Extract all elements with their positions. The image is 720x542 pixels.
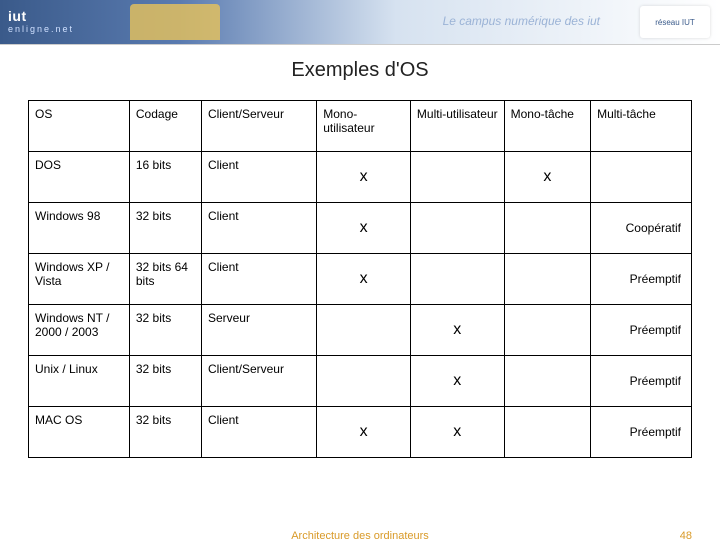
cell-multi-t: Préemptif bbox=[591, 356, 692, 407]
logo-main: iut bbox=[8, 8, 27, 24]
cell-mono-t bbox=[504, 305, 590, 356]
banner-tagline: Le campus numérique des iut bbox=[443, 14, 600, 28]
cell-mono-t bbox=[504, 254, 590, 305]
os-table: OS Codage Client/Serveur Mono-utilisateu… bbox=[28, 100, 692, 458]
cell-os: Windows XP / Vista bbox=[29, 254, 130, 305]
cell-cs: Client bbox=[201, 152, 316, 203]
col-mono-tache: Mono-tâche bbox=[504, 101, 590, 152]
col-codage: Codage bbox=[129, 101, 201, 152]
cell-mono-t bbox=[504, 407, 590, 458]
cell-cs: Client bbox=[201, 407, 316, 458]
cell-mono-u: x bbox=[317, 152, 411, 203]
cell-codage: 16 bits bbox=[129, 152, 201, 203]
cell-os: MAC OS bbox=[29, 407, 130, 458]
cell-codage: 32 bits bbox=[129, 407, 201, 458]
cell-os: DOS bbox=[29, 152, 130, 203]
cell-mono-t bbox=[504, 203, 590, 254]
footer-text: Architecture des ordinateurs bbox=[291, 530, 429, 542]
cell-cs: Client bbox=[201, 203, 316, 254]
page-number: 48 bbox=[680, 530, 692, 542]
cell-cs: Client bbox=[201, 254, 316, 305]
col-multi-tache: Multi-tâche bbox=[591, 101, 692, 152]
table-row: Windows 9832 bitsClientx Coopératif bbox=[29, 203, 692, 254]
os-table-container: OS Codage Client/Serveur Mono-utilisateu… bbox=[0, 100, 720, 458]
table-row: Windows NT / 2000 / 200332 bitsServeur x P… bbox=[29, 305, 692, 356]
cell-cs: Client/Serveur bbox=[201, 356, 316, 407]
cell-multi-t: Préemptif bbox=[591, 305, 692, 356]
cell-multi-u: x bbox=[410, 356, 504, 407]
cell-os: Windows NT / 2000 / 2003 bbox=[29, 305, 130, 356]
slide-title: Exemples d'OS bbox=[0, 59, 720, 82]
top-banner: iut enligne.net Le campus numérique des … bbox=[0, 0, 720, 45]
cell-multi-u bbox=[410, 254, 504, 305]
table-row: Unix / Linux32 bitsClient/Serveur x Préemp… bbox=[29, 356, 692, 407]
table-row: DOS16 bitsClientxx bbox=[29, 152, 692, 203]
cell-mono-t bbox=[504, 356, 590, 407]
cell-mono-u: x bbox=[317, 254, 411, 305]
col-multi-utilisateur: Multi-utilisateur bbox=[410, 101, 504, 152]
cell-mono-u bbox=[317, 305, 411, 356]
cell-multi-u bbox=[410, 152, 504, 203]
cell-multi-t: Préemptif bbox=[591, 407, 692, 458]
col-os: OS bbox=[29, 101, 130, 152]
cell-os: Unix / Linux bbox=[29, 356, 130, 407]
cell-mono-t: x bbox=[504, 152, 590, 203]
table-header-row: OS Codage Client/Serveur Mono-utilisateu… bbox=[29, 101, 692, 152]
cell-codage: 32 bits bbox=[129, 203, 201, 254]
cell-codage: 32 bits 64 bits bbox=[129, 254, 201, 305]
cell-cs: Serveur bbox=[201, 305, 316, 356]
cell-os: Windows 98 bbox=[29, 203, 130, 254]
cell-codage: 32 bits bbox=[129, 305, 201, 356]
cell-multi-u: x bbox=[410, 407, 504, 458]
table-row: Windows XP / Vista32 bits 64 bitsClientx… bbox=[29, 254, 692, 305]
cell-multi-u bbox=[410, 203, 504, 254]
banner-badge: réseau IUT bbox=[640, 6, 710, 38]
col-client-serveur: Client/Serveur bbox=[201, 101, 316, 152]
cell-multi-t: Préemptif bbox=[591, 254, 692, 305]
col-mono-utilisateur: Mono-utilisateur bbox=[317, 101, 411, 152]
cell-codage: 32 bits bbox=[129, 356, 201, 407]
cell-mono-u bbox=[317, 356, 411, 407]
cell-mono-u: x bbox=[317, 407, 411, 458]
cell-multi-t bbox=[591, 152, 692, 203]
cell-multi-t: Coopératif bbox=[591, 203, 692, 254]
table-row: MAC OS32 bitsClientxxPréemptif bbox=[29, 407, 692, 458]
logo-sub: enligne.net bbox=[8, 24, 74, 34]
cell-multi-u: x bbox=[410, 305, 504, 356]
cell-mono-u: x bbox=[317, 203, 411, 254]
table-body: DOS16 bitsClientxxWindows 9832 bitsClien… bbox=[29, 152, 692, 458]
